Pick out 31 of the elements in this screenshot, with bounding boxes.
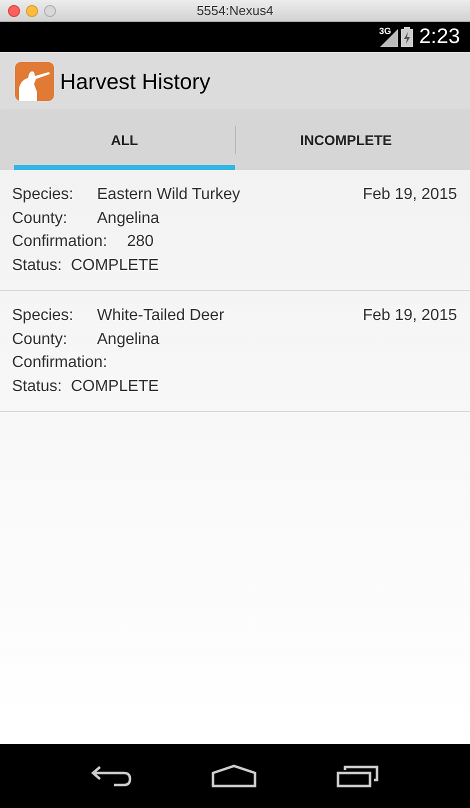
close-button[interactable] <box>8 4 20 16</box>
harvest-date: Feb 19, 2015 <box>362 185 457 205</box>
clock: 2:23 <box>419 24 460 50</box>
screen-title: Harvest History <box>60 68 210 96</box>
harvest-date: Feb 19, 2015 <box>362 306 457 326</box>
minimize-button[interactable] <box>26 4 38 16</box>
network-label: 3G <box>379 25 392 38</box>
field-label: Species: <box>12 306 74 326</box>
field-value: COMPLETE <box>70 376 159 396</box>
field-value: Eastern Wild Turkey <box>97 185 240 205</box>
battery-icon <box>401 27 414 47</box>
field-label: County: <box>12 208 68 228</box>
field-label: Confirmation: <box>12 353 108 373</box>
recent-apps-icon[interactable] <box>336 764 380 788</box>
field-value: COMPLETE <box>70 256 159 276</box>
harvest-list-item[interactable]: Species: Eastern Wild Turkey County: Angelina Confirmation: 280 Status: COMPLETE Feb 19, 2015 <box>0 170 470 291</box>
window-title: 5554:Nexus4 <box>196 2 274 20</box>
field-label: Species: <box>12 185 74 205</box>
back-icon[interactable] <box>90 764 132 788</box>
field-label: Status: <box>12 376 62 396</box>
field-value: White-Tailed Deer <box>97 306 224 326</box>
home-icon[interactable] <box>210 764 257 788</box>
field-label: Confirmation: <box>12 232 108 252</box>
field-label: County: <box>12 330 68 350</box>
field-value: 280 <box>127 232 154 252</box>
hunter-app-icon[interactable] <box>15 62 54 100</box>
field-value: Angelina <box>97 208 160 228</box>
field-value: Angelina <box>97 330 160 350</box>
harvest-list-item[interactable]: Species: White-Tailed Deer County: Angelina Confirmation: Status: COMPLETE Feb 19, 2015 <box>0 291 470 412</box>
tab[interactable]: INCOMPLETE <box>236 110 456 170</box>
field-label: Status: <box>12 256 62 276</box>
